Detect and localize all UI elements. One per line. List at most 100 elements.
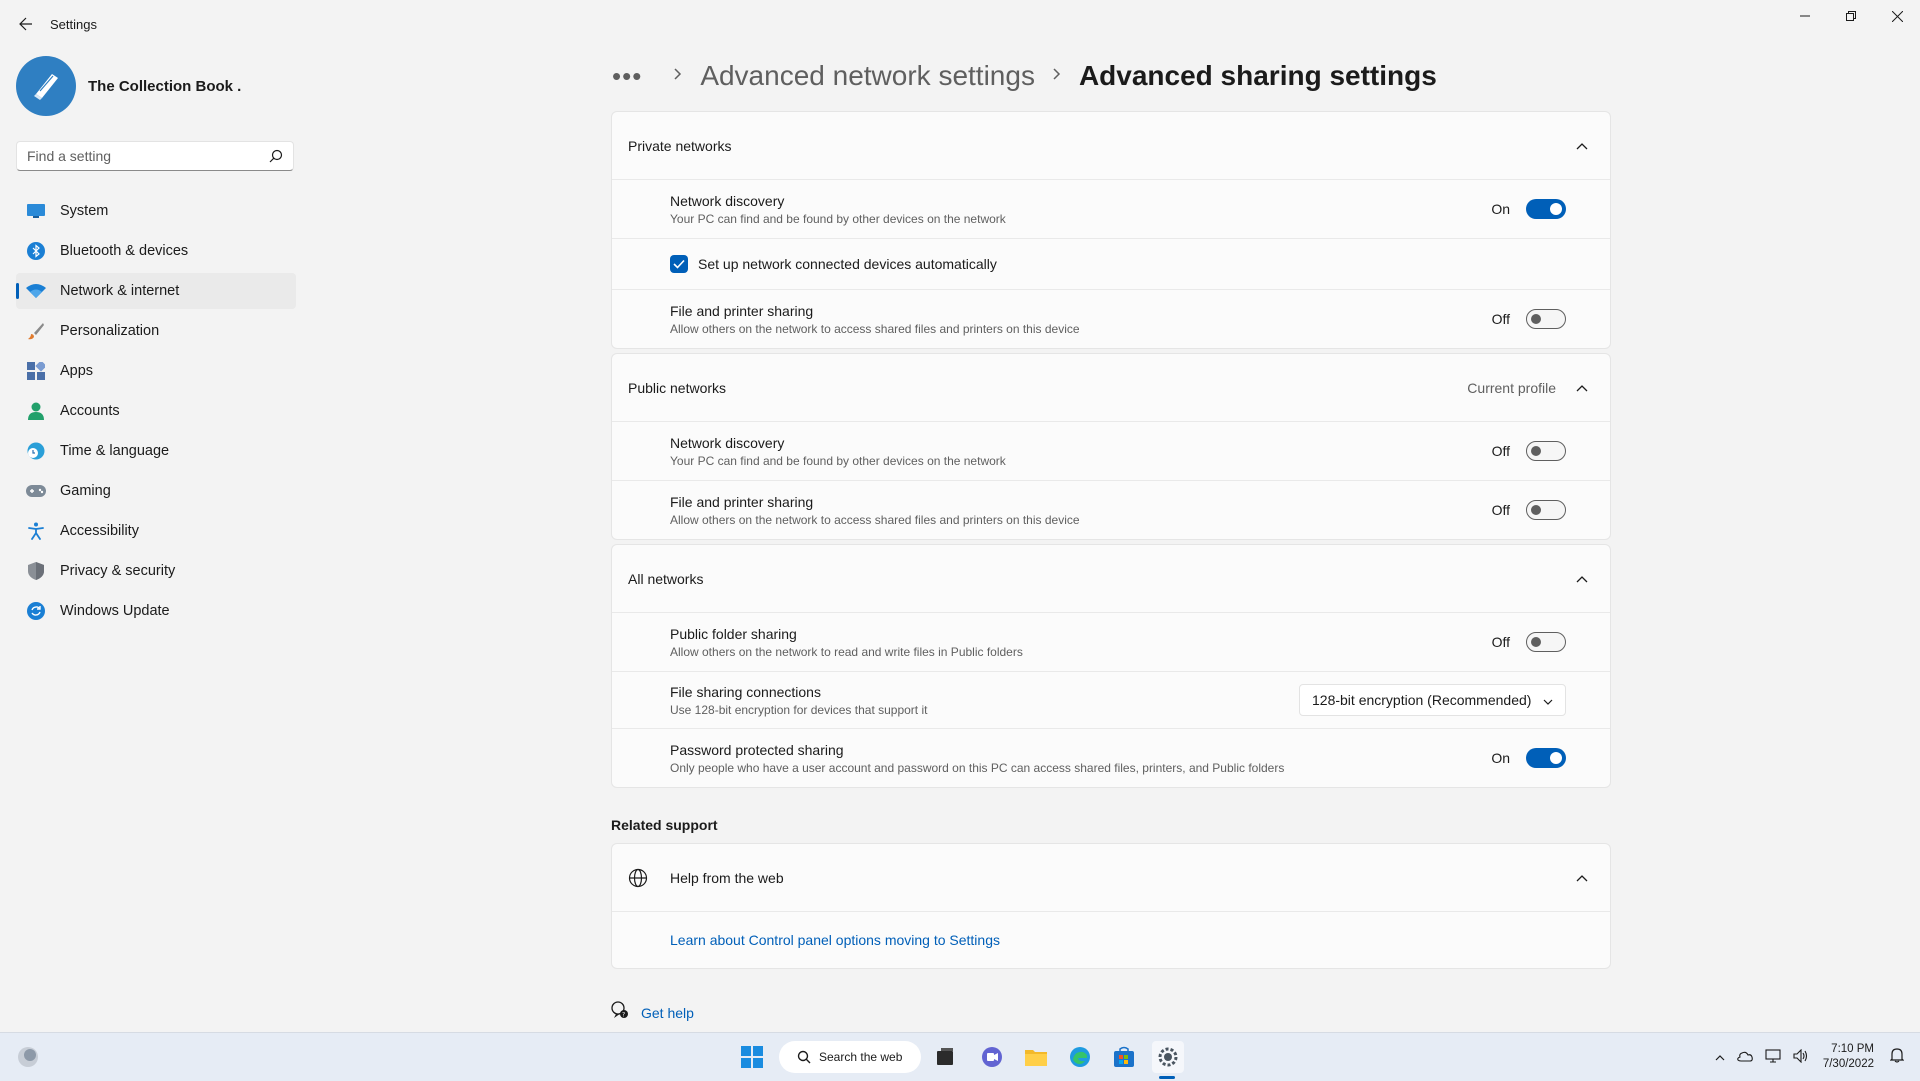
- chevron-right-icon: [1053, 67, 1061, 85]
- sidebar-item-personalization[interactable]: Personalization: [16, 313, 296, 349]
- setting-description: Allow others on the network to access sh…: [670, 321, 1080, 336]
- network-icon[interactable]: [1765, 1048, 1781, 1066]
- taskbar-search-label: Search the web: [819, 1050, 903, 1064]
- settings-content: Private networks Network discovery Your …: [611, 111, 1611, 792]
- sidebar-item-label: Accounts: [60, 403, 120, 419]
- teams-chat-icon[interactable]: [976, 1041, 1008, 1073]
- taskbar-clock[interactable]: 7:10 PM 7/30/2022: [1823, 1042, 1874, 1072]
- brush-icon: [26, 321, 46, 341]
- sidebar-item-bluetooth[interactable]: Bluetooth & devices: [16, 233, 296, 269]
- sidebar-item-label: Bluetooth & devices: [60, 243, 189, 259]
- back-button[interactable]: [14, 12, 38, 36]
- sidebar-item-windows-update[interactable]: Windows Update: [16, 593, 296, 629]
- book-logo-icon: [34, 74, 58, 100]
- sidebar-item-accounts[interactable]: Accounts: [16, 393, 296, 429]
- public-network-discovery-toggle[interactable]: [1526, 441, 1566, 461]
- edge-browser-icon[interactable]: [1064, 1041, 1096, 1073]
- sidebar-item-time-language[interactable]: Time & language: [16, 433, 296, 469]
- private-networks-header[interactable]: Private networks: [612, 112, 1610, 179]
- file-explorer-icon[interactable]: [1020, 1041, 1052, 1073]
- setting-title: Network discovery: [670, 434, 785, 451]
- title-bar: Settings: [0, 0, 1920, 48]
- private-file-printer-sharing-toggle[interactable]: [1526, 309, 1566, 329]
- setting-description: Allow others on the network to access sh…: [670, 512, 1080, 527]
- password-protected-sharing-toggle[interactable]: [1526, 748, 1566, 768]
- search-icon: [797, 1050, 811, 1064]
- public-networks-header[interactable]: Public networks Current profile: [612, 354, 1610, 421]
- sidebar-item-network[interactable]: Network & internet: [16, 273, 296, 309]
- search-input[interactable]: [17, 142, 277, 170]
- sidebar-item-gaming[interactable]: Gaming: [16, 473, 296, 509]
- get-help-link[interactable]: Get help: [641, 1005, 694, 1021]
- auto-setup-row: Set up network connected devices automat…: [612, 238, 1610, 289]
- checkmark-icon: [673, 259, 685, 269]
- setting-description: Your PC can find and be found by other d…: [670, 453, 1006, 468]
- public-folder-sharing-toggle[interactable]: [1526, 632, 1566, 652]
- sidebar-item-system[interactable]: System: [16, 193, 296, 229]
- help-from-web-card: Help from the web Learn about Control pa…: [611, 843, 1611, 973]
- globe-icon: [628, 868, 650, 888]
- wifi-icon: [26, 281, 46, 301]
- checkbox-label[interactable]: Set up network connected devices automat…: [698, 256, 997, 272]
- public-file-printer-sharing-toggle[interactable]: [1526, 500, 1566, 520]
- chevron-up-icon[interactable]: [1715, 1050, 1725, 1064]
- cloud-icon[interactable]: [1737, 1050, 1753, 1065]
- help-title: Help from the web: [670, 869, 784, 886]
- search-box[interactable]: [16, 141, 294, 171]
- chevron-right-icon: [674, 67, 682, 85]
- chevron-up-icon[interactable]: [1570, 134, 1594, 158]
- setting-title: File and printer sharing: [670, 493, 814, 510]
- private-network-discovery-toggle[interactable]: [1526, 199, 1566, 219]
- app-title: Settings: [50, 17, 97, 32]
- microsoft-store-icon[interactable]: [1108, 1041, 1140, 1073]
- sidebar-item-accessibility[interactable]: Accessibility: [16, 513, 296, 549]
- restore-button[interactable]: [1828, 0, 1874, 32]
- clock-date: 7/30/2022: [1822, 1058, 1874, 1070]
- all-networks-header[interactable]: All networks: [612, 545, 1610, 612]
- task-view-icon[interactable]: [929, 1041, 961, 1073]
- setting-description: Your PC can find and be found by other d…: [670, 211, 1006, 226]
- breadcrumb-parent-link[interactable]: Advanced network settings: [700, 60, 1035, 92]
- section-title: All networks: [628, 570, 704, 587]
- breadcrumb-more-button[interactable]: •••: [612, 61, 642, 92]
- setting-title: Network discovery: [670, 192, 785, 209]
- user-profile[interactable]: The Collection Book .: [16, 56, 241, 116]
- toggle-state-label: On: [1491, 750, 1510, 766]
- auto-setup-checkbox[interactable]: [670, 255, 688, 273]
- close-button[interactable]: [1874, 0, 1920, 32]
- control-panel-link[interactable]: Learn about Control panel options moving…: [670, 932, 1000, 948]
- help-from-web-header[interactable]: Help from the web: [612, 844, 1610, 911]
- chevron-up-icon[interactable]: [1570, 376, 1594, 400]
- search-icon[interactable]: [269, 149, 283, 163]
- chevron-up-icon[interactable]: [1570, 567, 1594, 591]
- encryption-dropdown[interactable]: 128-bit encryption (Recommended): [1299, 684, 1566, 716]
- start-icon[interactable]: [736, 1041, 768, 1073]
- back-arrow-icon: [19, 17, 32, 31]
- avatar: [16, 56, 76, 116]
- sidebar-item-label: Network & internet: [60, 283, 180, 299]
- notification-bell-icon[interactable]: [1889, 1047, 1905, 1068]
- toggle-state-label: Off: [1491, 502, 1510, 518]
- setting-title: Public folder sharing: [670, 625, 797, 642]
- minimize-button[interactable]: [1782, 0, 1828, 32]
- private-file-printer-sharing-row: File and printer sharing Allow others on…: [612, 289, 1610, 348]
- sidebar-item-label: Accessibility: [60, 523, 139, 539]
- gamepad-icon: [26, 481, 46, 501]
- private-network-discovery-row: Network discovery Your PC can find and b…: [612, 179, 1610, 238]
- sidebar-item-apps[interactable]: Apps: [16, 353, 296, 389]
- widgets-icon[interactable]: [12, 1041, 44, 1073]
- all-networks-card: All networks Public folder sharing Allow…: [611, 544, 1611, 788]
- settings-gear-icon[interactable]: [1152, 1041, 1184, 1073]
- setting-title: File and printer sharing: [670, 302, 814, 319]
- toggle-state-label: On: [1491, 201, 1510, 217]
- chevron-up-icon[interactable]: [1570, 866, 1594, 890]
- sidebar-item-privacy[interactable]: Privacy & security: [16, 553, 296, 589]
- svg-text:?: ?: [622, 1012, 625, 1019]
- setting-description: Only people who have a user account and …: [670, 760, 1285, 775]
- volume-icon[interactable]: [1793, 1048, 1809, 1066]
- dropdown-value: 128-bit encryption (Recommended): [1312, 692, 1532, 708]
- monitor-icon: [26, 201, 46, 221]
- taskbar-search[interactable]: Search the web: [779, 1041, 921, 1073]
- chevron-down-icon: [1543, 692, 1553, 708]
- globe-clock-icon: [26, 441, 46, 461]
